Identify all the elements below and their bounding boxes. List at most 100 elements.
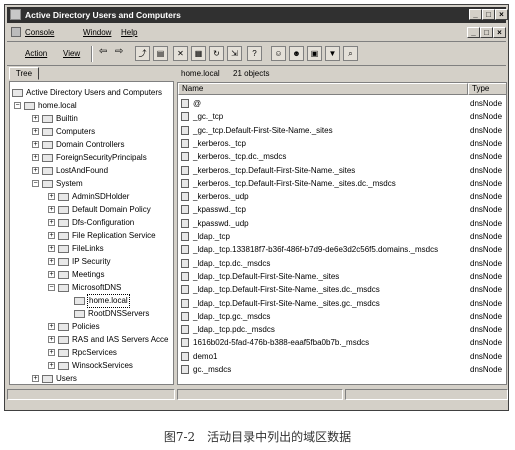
table-row[interactable]: _kerberos._tcp.Default-First-Site-Name._…: [178, 178, 506, 189]
dns-node-icon: [181, 232, 189, 241]
toolbar-separator: [91, 46, 93, 62]
expand-icon[interactable]: +: [48, 193, 55, 200]
find-icon[interactable]: ⌕: [343, 46, 358, 61]
maximize-button[interactable]: □: [482, 9, 495, 20]
expand-icon[interactable]: +: [48, 219, 55, 226]
dns-node-icon: [181, 325, 189, 335]
child-close-button[interactable]: ×: [493, 27, 506, 38]
new-user-icon[interactable]: ☺: [271, 46, 286, 61]
refresh-icon[interactable]: ↻: [209, 46, 224, 61]
table-row[interactable]: _ldap._tcp.pdc._msdcs dnsNode: [178, 324, 506, 335]
expand-icon[interactable]: +: [48, 323, 55, 330]
status-bar: [7, 389, 508, 401]
expand-icon[interactable]: +: [32, 115, 39, 122]
table-row[interactable]: _ldap._tcp.dc._msdcs dnsNode: [178, 258, 506, 269]
folder-open-icon: [74, 297, 85, 305]
collapse-icon[interactable]: −: [14, 102, 21, 109]
details-pane: home.local 21 objects Name Type @ dnsNode…: [177, 67, 507, 385]
properties-icon[interactable]: ▦: [191, 46, 206, 61]
tab-tree[interactable]: Tree: [9, 67, 39, 80]
export-list-icon[interactable]: ⇲: [227, 46, 242, 61]
menu-view[interactable]: View: [63, 49, 80, 58]
dns-node-icon: [181, 178, 189, 188]
expand-icon[interactable]: +: [48, 245, 55, 252]
table-row[interactable]: demo1 dnsNode: [178, 351, 506, 362]
menu-window[interactable]: Window: [83, 28, 111, 37]
column-header-name[interactable]: Name: [178, 83, 468, 95]
table-row[interactable]: 1616b02d-5fad-476b-b388-eaaf5fba0b7b._ms…: [178, 337, 506, 348]
up-folder-icon[interactable]: ⤴: [135, 46, 150, 61]
forward-icon[interactable]: ⇨: [115, 46, 123, 57]
row-name: _kerberos._udp: [193, 192, 249, 202]
expand-icon[interactable]: +: [48, 336, 55, 343]
dns-node-icon: [181, 365, 189, 374]
table-row[interactable]: _kerberos._tcp.Default-First-Site-Name._…: [178, 165, 506, 176]
expand-icon[interactable]: +: [48, 258, 55, 265]
collapse-icon[interactable]: −: [48, 284, 55, 291]
collapse-icon[interactable]: −: [32, 180, 39, 187]
new-ou-icon[interactable]: ▣: [307, 46, 322, 61]
dns-node-icon: [181, 258, 189, 268]
table-row[interactable]: _kerberos._udp dnsNode: [178, 191, 506, 202]
show-tree-icon[interactable]: ▤: [153, 46, 168, 61]
table-row[interactable]: gc._msdcs dnsNode: [178, 364, 506, 375]
details-header: home.local 21 objects: [177, 67, 507, 81]
help-icon[interactable]: ?: [247, 46, 262, 61]
child-restore-button[interactable]: □: [480, 27, 493, 38]
table-row[interactable]: @ dnsNode: [178, 98, 506, 109]
dns-node-icon: [181, 165, 189, 175]
new-group-icon[interactable]: ☻: [289, 46, 304, 61]
child-minimize-button[interactable]: _: [467, 27, 480, 38]
table-row[interactable]: _kerberos._tcp.dc._msdcs dnsNode: [178, 151, 506, 162]
table-row[interactable]: _kerberos._tcp dnsNode: [178, 138, 506, 149]
expand-icon[interactable]: +: [32, 141, 39, 148]
row-name: _ldap._tcp: [193, 232, 230, 241]
menu-help[interactable]: Help: [121, 28, 137, 37]
object-list[interactable]: Name Type @ dnsNode _gc._tcp dnsNode _gc._tc…: [177, 82, 507, 385]
close-button[interactable]: ×: [495, 9, 508, 20]
menu-console[interactable]: Console: [25, 28, 54, 37]
table-row[interactable]: _kpasswd._tcp dnsNode: [178, 204, 506, 215]
expand-icon[interactable]: +: [32, 154, 39, 161]
tree-tab-strip: Tree: [9, 67, 174, 81]
expand-icon[interactable]: +: [48, 362, 55, 369]
row-type: dnsNode: [470, 99, 503, 108]
row-type: dnsNode: [470, 232, 503, 241]
minimize-button[interactable]: _: [469, 9, 482, 20]
current-path: home.local: [181, 69, 220, 78]
expand-icon[interactable]: +: [32, 167, 39, 174]
table-row[interactable]: _gc._tcp.Default-First-Site-Name._sites d…: [178, 125, 506, 136]
expand-icon[interactable]: +: [48, 271, 55, 278]
toolbar: Action View ⇦ ⇨ ⤴ ▤ ✕ ▦ ↻ ⇲ ? ☺ ☻ ▣ ▼ ⌕: [7, 43, 506, 66]
row-type: dnsNode: [470, 285, 503, 295]
table-row[interactable]: _ldap._tcp.133818f7-b36f-486f-b7d9-de6e3…: [178, 244, 506, 255]
table-row[interactable]: _ldap._tcp.Default-First-Site-Name._site…: [178, 271, 506, 282]
column-header-type[interactable]: Type: [468, 83, 506, 95]
back-icon[interactable]: ⇦: [99, 46, 107, 57]
status-panel-2: [177, 389, 343, 400]
row-name: _ldap._tcp.133818f7-b36f-486f-b7d9-de6e3…: [193, 245, 439, 255]
table-row[interactable]: _gc._tcp dnsNode: [178, 111, 506, 122]
delete-icon[interactable]: ✕: [173, 46, 188, 61]
expand-icon[interactable]: +: [48, 349, 55, 356]
app-icon: [10, 9, 21, 20]
menu-action[interactable]: Action: [25, 49, 47, 58]
row-type: dnsNode: [470, 365, 503, 374]
main-window: Active Directory Users and Computers _ □…: [4, 4, 509, 411]
row-name: demo1: [193, 351, 218, 361]
tree-pane[interactable]: Active Directory Users and Computers − h…: [9, 81, 174, 385]
expand-icon[interactable]: +: [32, 375, 39, 382]
object-count: 21 objects: [233, 69, 270, 78]
table-row[interactable]: _kpasswd._udp dnsNode: [178, 218, 506, 229]
expand-icon[interactable]: +: [48, 232, 55, 239]
table-row[interactable]: _ldap._tcp.Default-First-Site-Name._site…: [178, 298, 506, 309]
filter-icon[interactable]: ▼: [325, 46, 340, 61]
dns-node-icon: [181, 218, 189, 228]
expand-icon[interactable]: +: [32, 128, 39, 135]
policy-icon: [58, 206, 69, 214]
table-row[interactable]: _ldap._tcp.Default-First-Site-Name._site…: [178, 284, 506, 295]
expand-icon[interactable]: +: [48, 206, 55, 213]
table-row[interactable]: _ldap._tcp.gc._msdcs dnsNode: [178, 311, 506, 322]
table-row[interactable]: _ldap._tcp dnsNode: [178, 231, 506, 242]
folder-icon: [58, 336, 69, 344]
